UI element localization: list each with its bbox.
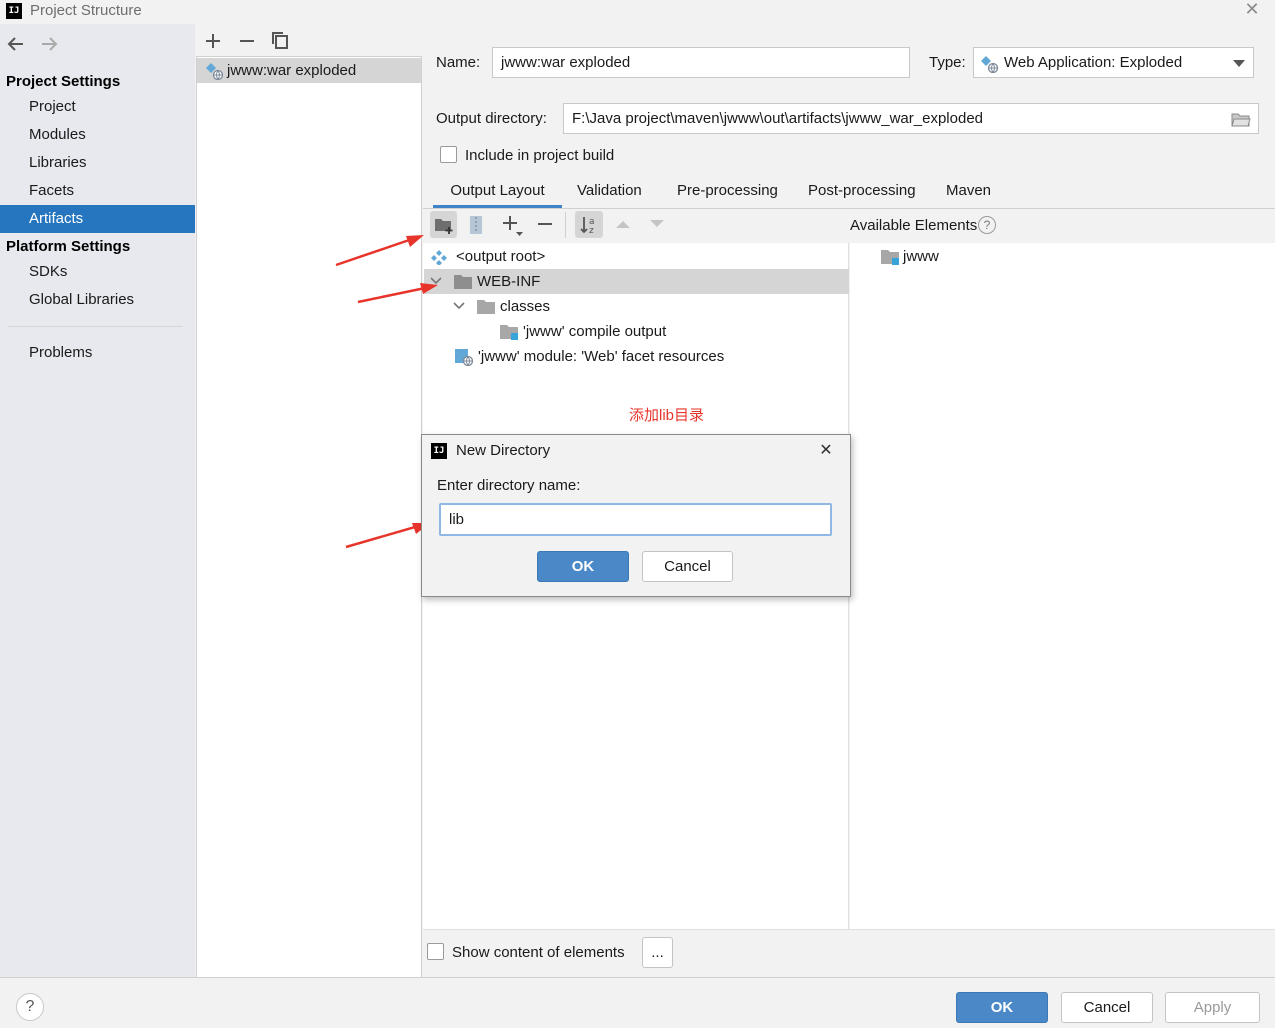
available-item-jwww[interactable]: jwww bbox=[903, 244, 939, 269]
output-dir-label: Output directory: bbox=[436, 110, 547, 127]
tab-output-layout[interactable]: Output Layout bbox=[433, 182, 562, 208]
web-artifact-icon bbox=[205, 62, 223, 80]
help-icon[interactable]: ? bbox=[978, 216, 996, 234]
archive-icon[interactable] bbox=[468, 215, 484, 235]
move-up-icon[interactable] bbox=[615, 219, 631, 229]
svg-text:z: z bbox=[589, 226, 594, 236]
nav-item-libraries[interactable]: Libraries bbox=[0, 149, 195, 177]
help-button[interactable]: ? bbox=[16, 993, 44, 1021]
chevron-down-icon[interactable] bbox=[453, 301, 465, 311]
nav-item-problems[interactable]: Problems bbox=[0, 339, 195, 367]
dialog-title: New Directory bbox=[456, 442, 551, 459]
nav-item-modules[interactable]: Modules bbox=[0, 121, 195, 149]
nav-item-facets[interactable]: Facets bbox=[0, 177, 195, 205]
dialog-close-icon[interactable]: ✕ bbox=[818, 440, 834, 459]
forward-arrow-icon[interactable] bbox=[41, 36, 59, 52]
available-elements-title: Available Elements bbox=[850, 217, 978, 234]
ok-button[interactable]: OK bbox=[956, 992, 1048, 1023]
tree-row-classes[interactable]: classes bbox=[500, 294, 550, 319]
list-item-label: jwww:war exploded bbox=[227, 62, 357, 79]
dialog-cancel-button[interactable]: Cancel bbox=[642, 551, 733, 582]
type-value: Web Application: Exploded bbox=[1004, 54, 1183, 71]
sort-icon[interactable]: az bbox=[575, 211, 603, 238]
show-content-checkbox[interactable] bbox=[427, 943, 444, 960]
toolbar-separator bbox=[565, 212, 566, 238]
move-down-icon[interactable] bbox=[649, 219, 665, 229]
web-artifact-icon bbox=[980, 55, 998, 73]
project-settings-header: Project Settings bbox=[6, 73, 121, 90]
app-logo-icon: IJ bbox=[6, 3, 22, 19]
name-label: Name: bbox=[436, 54, 481, 71]
dialog-prompt: Enter directory name: bbox=[437, 477, 581, 494]
show-content-label: Show content of elements bbox=[452, 944, 625, 961]
nav-item-artifacts[interactable]: Artifacts bbox=[0, 205, 195, 233]
remove-icon[interactable] bbox=[239, 33, 255, 49]
folder-icon bbox=[477, 299, 495, 314]
close-icon[interactable]: ✕ bbox=[1243, 0, 1261, 20]
dialog-ok-button[interactable]: OK bbox=[537, 551, 629, 582]
type-dropdown[interactable]: Web Application: Exploded bbox=[973, 47, 1254, 78]
tab-maven[interactable]: Maven bbox=[946, 182, 991, 208]
nav-item-sdks[interactable]: SDKs bbox=[0, 258, 195, 286]
tab-pre-processing[interactable]: Pre-processing bbox=[677, 182, 778, 208]
output-dir-field[interactable]: F:\Java project\maven\jwww\out\artifacts… bbox=[563, 103, 1259, 134]
folder-icon bbox=[454, 274, 472, 289]
apply-button[interactable]: Apply bbox=[1165, 992, 1260, 1023]
available-elements-panel bbox=[850, 243, 1275, 929]
add-copy-icon[interactable] bbox=[502, 215, 524, 237]
tree-row-compile-output[interactable]: 'jwww' compile output bbox=[523, 319, 666, 344]
type-label: Type: bbox=[929, 54, 966, 71]
tree-row-output-root[interactable]: <output root> bbox=[456, 244, 545, 269]
web-facet-icon bbox=[455, 348, 473, 366]
chevron-down-icon[interactable] bbox=[1233, 60, 1245, 68]
name-field[interactable]: jwww:war exploded bbox=[492, 47, 910, 78]
nav-divider bbox=[8, 326, 183, 327]
annotation-text: 添加lib目录 bbox=[629, 407, 705, 424]
tree-row-web-inf[interactable]: WEB-INF bbox=[477, 269, 540, 294]
platform-settings-header: Platform Settings bbox=[6, 238, 131, 255]
tab-post-processing[interactable]: Post-processing bbox=[808, 182, 916, 208]
add-icon[interactable] bbox=[205, 33, 221, 49]
remove-icon[interactable] bbox=[537, 216, 553, 232]
directory-name-input[interactable]: lib bbox=[439, 503, 832, 536]
artifacts-toolbar bbox=[196, 24, 422, 57]
tab-validation[interactable]: Validation bbox=[577, 182, 642, 208]
copy-icon[interactable] bbox=[272, 32, 289, 49]
title-bar bbox=[0, 0, 1275, 24]
module-output-icon bbox=[500, 324, 520, 341]
nav-item-project[interactable]: Project bbox=[0, 93, 195, 121]
back-arrow-icon[interactable] bbox=[6, 36, 24, 52]
folder-browse-icon[interactable] bbox=[1231, 111, 1251, 127]
include-build-label: Include in project build bbox=[465, 147, 615, 164]
include-build-checkbox[interactable] bbox=[440, 146, 457, 163]
tree-row-facet-resources[interactable]: 'jwww' module: 'Web' facet resources bbox=[478, 344, 724, 369]
dialog-app-logo-icon: IJ bbox=[431, 443, 447, 459]
window-title: Project Structure bbox=[30, 2, 142, 19]
nav-item-global-libraries[interactable]: Global Libraries bbox=[0, 286, 195, 314]
tabs-divider bbox=[423, 208, 1275, 209]
more-button[interactable]: ... bbox=[642, 937, 673, 968]
cancel-button[interactable]: Cancel bbox=[1061, 992, 1153, 1023]
module-folder-icon bbox=[881, 249, 901, 266]
